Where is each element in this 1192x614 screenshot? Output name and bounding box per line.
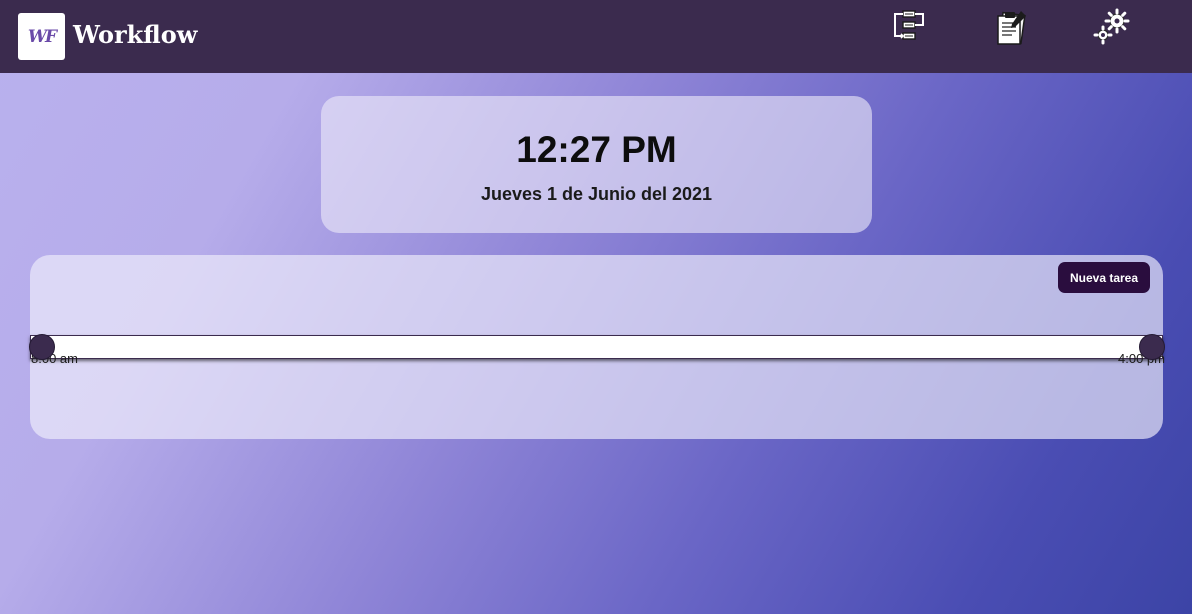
top-navigation-bar: WF Workflow xyxy=(0,0,1192,73)
new-task-button[interactable]: Nueva tarea xyxy=(1058,262,1150,293)
logo-mark: WF xyxy=(27,26,57,47)
current-date: Jueves 1 de Junio del 2021 xyxy=(480,184,713,204)
current-time: 12:27 PM xyxy=(516,129,677,170)
notes-icon[interactable] xyxy=(993,8,1033,48)
timeline-track[interactable] xyxy=(30,335,1163,359)
end-handle[interactable] xyxy=(1139,334,1165,360)
app-logo[interactable]: WF xyxy=(18,13,65,60)
flowchart-icon[interactable] xyxy=(889,8,929,48)
app-title: Workflow xyxy=(73,20,198,49)
settings-icon[interactable] xyxy=(1092,8,1132,48)
start-handle[interactable] xyxy=(29,334,55,360)
clock-card: 12:27 PM Jueves 1 de Junio del 2021 xyxy=(321,96,872,233)
timeline-card: Nueva tarea 8:00 am 4:00 pm xyxy=(29,255,1165,439)
